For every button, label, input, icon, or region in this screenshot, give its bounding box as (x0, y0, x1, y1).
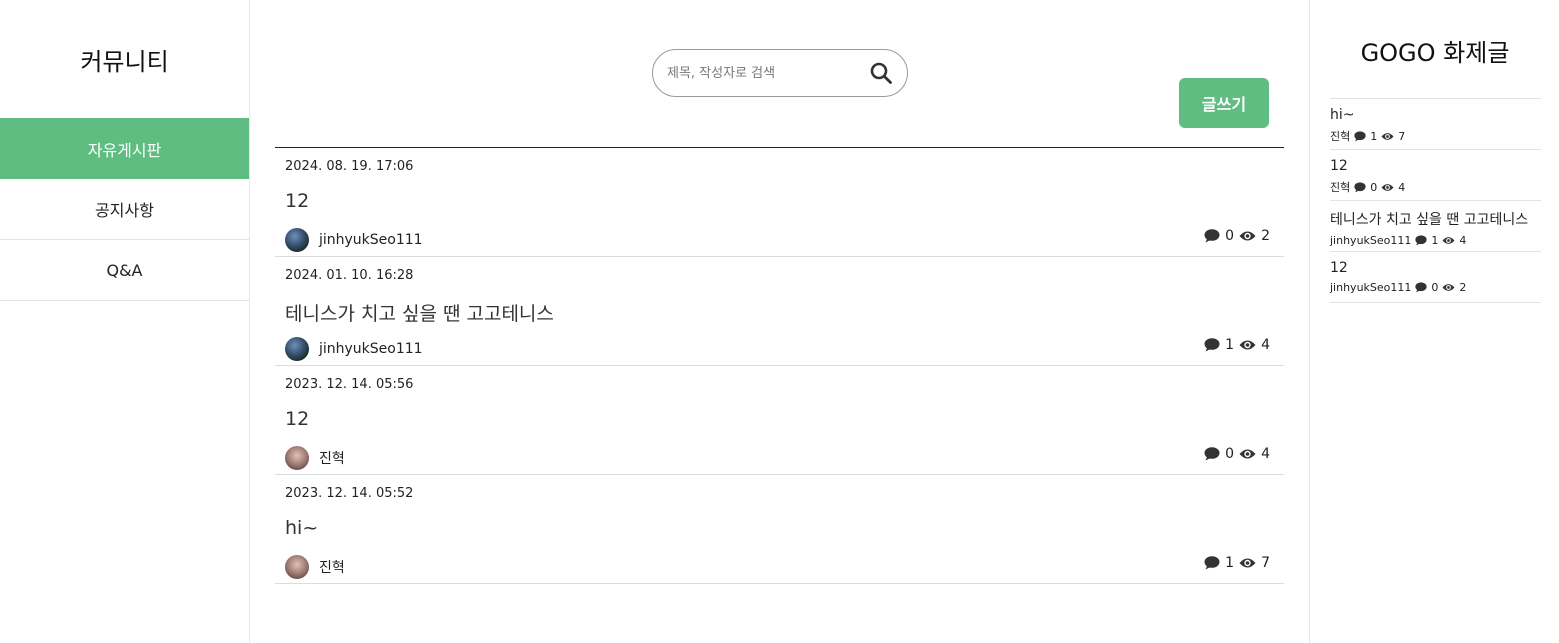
view-count: 7 (1261, 555, 1270, 571)
post-title[interactable]: 12 (285, 408, 309, 430)
author-name: 진혁 (319, 451, 345, 467)
sidebar-item-label: 공지사항 (95, 201, 154, 220)
comment-count: 1 (1225, 337, 1235, 353)
eye-icon (1239, 339, 1256, 351)
hot-post-meta: jinhyukSeo111 0 2 (1330, 281, 1541, 294)
author-name: jinhyukSeo111 (1330, 281, 1412, 294)
hot-post-item[interactable]: 12 jinhyukSeo111 0 2 (1330, 252, 1541, 303)
comment-icon (1204, 447, 1220, 461)
post-date: 2024. 01. 10. 16:28 (285, 268, 414, 283)
post-date: 2024. 08. 19. 17:06 (285, 159, 414, 174)
sidebar-item-qna[interactable]: Q&A (0, 240, 249, 301)
post-title[interactable]: hi~ (285, 517, 318, 539)
avatar (285, 337, 309, 361)
comment-icon (1415, 282, 1428, 293)
post-date: 2023. 12. 14. 05:52 (285, 486, 414, 501)
post-stats: 0 4 (1204, 446, 1270, 462)
post-title[interactable]: 테니스가 치고 싶을 땐 고고테니스 (285, 299, 554, 326)
post-stats: 1 4 (1204, 337, 1270, 353)
search-icon[interactable] (867, 59, 895, 87)
hot-posts-title: GOGO 화제글 (1360, 39, 1510, 67)
avatar (285, 446, 309, 470)
view-count: 2 (1261, 228, 1270, 244)
eye-icon (1381, 183, 1394, 192)
post-item[interactable]: 2024. 01. 10. 16:28 테니스가 치고 싶을 땐 고고테니스 j… (275, 257, 1284, 366)
author-name: jinhyukSeo111 (319, 341, 423, 357)
view-count: 4 (1261, 446, 1270, 462)
view-count: 7 (1398, 129, 1406, 143)
comment-count: 0 (1431, 281, 1439, 294)
post-title[interactable]: 12 (285, 190, 309, 212)
eye-icon (1239, 230, 1256, 242)
hot-posts-sidebar: GOGO 화제글 hi~ 진혁 1 7 12 진혁 0 4 테니스가 치고 싶을… (1309, 0, 1559, 643)
comment-icon (1204, 556, 1220, 570)
post-item[interactable]: 2023. 12. 14. 05:52 hi~ 진혁 1 7 (275, 475, 1284, 584)
comment-icon (1204, 338, 1220, 352)
hot-post-title[interactable]: 12 (1330, 158, 1535, 174)
eye-icon (1239, 448, 1256, 460)
sidebar-item-notice[interactable]: 공지사항 (0, 179, 249, 240)
comment-icon (1354, 181, 1366, 193)
post-author: jinhyukSeo111 (285, 337, 423, 361)
view-count: 2 (1459, 281, 1467, 294)
post-author: 진혁 (285, 555, 345, 579)
author-name: jinhyukSeo111 (319, 232, 423, 248)
post-author: jinhyukSeo111 (285, 228, 423, 252)
view-count: 4 (1261, 337, 1270, 353)
post-list: 2024. 08. 19. 17:06 12 jinhyukSeo111 0 2… (275, 147, 1284, 584)
sidebar-item-free-board[interactable]: 자유게시판 (0, 118, 249, 179)
sidebar-item-label: Q&A (106, 260, 143, 280)
hot-posts-list: hi~ 진혁 1 7 12 진혁 0 4 테니스가 치고 싶을 땐 고고테니스 (1330, 98, 1541, 303)
comment-icon (1415, 235, 1428, 246)
post-author: 진혁 (285, 446, 345, 470)
hot-post-meta: 진혁 1 7 (1330, 128, 1541, 144)
view-count: 4 (1398, 180, 1406, 194)
avatar (285, 555, 309, 579)
comment-icon (1354, 130, 1366, 142)
sidebar-item-label: 자유게시판 (87, 140, 162, 160)
write-button[interactable]: 글쓰기 (1179, 78, 1269, 128)
hot-post-item[interactable]: hi~ 진혁 1 7 (1330, 99, 1541, 150)
eye-icon (1442, 283, 1455, 292)
post-item[interactable]: 2023. 12. 14. 05:56 12 진혁 0 4 (275, 366, 1284, 475)
hot-post-meta: jinhyukSeo111 1 4 (1330, 234, 1541, 247)
comment-count: 0 (1225, 446, 1235, 462)
post-stats: 0 2 (1204, 228, 1270, 244)
comment-count: 1 (1225, 555, 1235, 571)
author-name: 진혁 (1330, 130, 1351, 143)
hot-post-title[interactable]: hi~ (1330, 107, 1535, 123)
view-count: 4 (1459, 234, 1467, 247)
avatar (285, 228, 309, 252)
search-input[interactable] (667, 65, 857, 81)
hot-post-item[interactable]: 12 진혁 0 4 (1330, 150, 1541, 201)
hot-post-item[interactable]: 테니스가 치고 싶을 땐 고고테니스 jinhyukSeo111 1 4 (1330, 201, 1541, 252)
post-item[interactable]: 2024. 08. 19. 17:06 12 jinhyukSeo111 0 2 (275, 148, 1284, 257)
sidebar-title: 커뮤니티 (80, 47, 169, 76)
comment-icon (1204, 229, 1220, 243)
search-box (652, 49, 908, 97)
comment-count: 1 (1431, 234, 1439, 247)
author-name: jinhyukSeo111 (1330, 234, 1412, 247)
main-content: 글쓰기 2024. 08. 19. 17:06 12 jinhyukSeo111… (250, 0, 1310, 643)
author-name: 진혁 (319, 560, 345, 576)
author-name: 진혁 (1330, 181, 1351, 194)
comment-count: 0 (1225, 228, 1235, 244)
eye-icon (1381, 132, 1394, 141)
eye-icon (1239, 557, 1256, 569)
post-stats: 1 7 (1204, 555, 1270, 571)
hot-post-title[interactable]: 12 (1330, 260, 1535, 276)
eye-icon (1442, 236, 1455, 245)
comment-count: 1 (1370, 129, 1378, 143)
left-sidebar: 커뮤니티 자유게시판 공지사항 Q&A (0, 0, 250, 643)
hot-post-title[interactable]: 테니스가 치고 싶을 땐 고고테니스 (1330, 209, 1535, 229)
hot-post-meta: 진혁 0 4 (1330, 179, 1541, 195)
post-date: 2023. 12. 14. 05:56 (285, 377, 414, 392)
comment-count: 0 (1370, 180, 1378, 194)
